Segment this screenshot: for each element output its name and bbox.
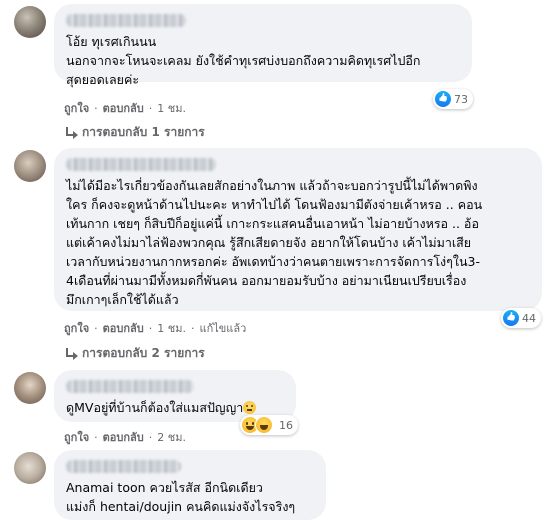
comment-bubble: โอ้ย ทุเรศเกินนน นอกจากจะโหนจะเคลม ยังใช…: [54, 4, 472, 87]
avatar[interactable]: [14, 6, 46, 38]
like-icon: [503, 310, 519, 326]
reaction-count: 73: [454, 92, 468, 106]
view-replies-link[interactable]: การตอบกลับ 2 รายการ: [64, 344, 205, 363]
reaction-summary[interactable]: 44: [501, 308, 541, 328]
comment-bubble: Anamai toon ควยไรสัส อีกนิดเดียว แม่งก็ …: [54, 450, 326, 520]
timestamp[interactable]: 1 ชม.: [157, 99, 186, 117]
reply-arrow-icon: [64, 126, 78, 139]
grimacing-face-icon: [243, 401, 257, 414]
comment-bubble: ไม่ได้มีอะไรเกี่ยวข้องกันเลยสักอย่างในภา…: [54, 148, 542, 311]
commenter-name-blurred[interactable]: [66, 158, 216, 171]
reaction-count: 44: [522, 311, 536, 325]
reply-arrow-icon: [64, 347, 78, 360]
view-replies-link[interactable]: การตอบกลับ 1 รายการ: [64, 123, 205, 142]
like-button[interactable]: ถูกใจ: [64, 319, 89, 337]
comment-text-body: ดูMVอยู่ที่บ้านก็ต้องใส่แมสปัญญา: [66, 400, 244, 415]
comment-actions: ถูกใจ · ตอบกลับ · 1 ชม.: [64, 99, 186, 117]
haha-icon: [255, 416, 273, 434]
timestamp[interactable]: 2 ชม.: [157, 428, 186, 446]
comment-text: Anamai toon ควยไรสัส อีกนิดเดียว แม่งก็ …: [66, 480, 296, 514]
comment-text: โอ้ย ทุเรศเกินนน นอกจากจะโหนจะเคลม ยังใช…: [66, 34, 421, 87]
replies-label: การตอบกลับ 2 รายการ: [82, 346, 205, 360]
commenter-name-blurred[interactable]: [66, 380, 194, 393]
avatar[interactable]: [14, 150, 46, 182]
avatar[interactable]: [14, 372, 46, 404]
like-icon: [435, 91, 451, 107]
reaction-summary[interactable]: 16: [240, 415, 298, 435]
reaction-count: 16: [279, 418, 293, 432]
replies-label: การตอบกลับ 1 รายการ: [82, 125, 205, 139]
commenter-name-blurred[interactable]: [66, 460, 181, 473]
edited-label[interactable]: แก้ไขแล้ว: [199, 319, 246, 337]
comment-text: ไม่ได้มีอะไรเกี่ยวข้องกันเลยสักอย่างในภา…: [66, 178, 483, 307]
reply-button[interactable]: ตอบกลับ: [103, 99, 144, 117]
comment-actions: ถูกใจ · ตอบกลับ · 1 ชม. · แก้ไขแล้ว: [64, 319, 246, 337]
timestamp[interactable]: 1 ชม.: [157, 319, 186, 337]
comment-actions: ถูกใจ · ตอบกลับ · 2 ชม.: [64, 428, 186, 446]
like-button[interactable]: ถูกใจ: [64, 428, 89, 446]
reply-button[interactable]: ตอบกลับ: [103, 319, 144, 337]
avatar[interactable]: [14, 452, 46, 484]
reaction-summary[interactable]: 73: [433, 89, 473, 109]
like-button[interactable]: ถูกใจ: [64, 99, 89, 117]
reply-button[interactable]: ตอบกลับ: [103, 428, 144, 446]
commenter-name-blurred[interactable]: [66, 14, 186, 27]
